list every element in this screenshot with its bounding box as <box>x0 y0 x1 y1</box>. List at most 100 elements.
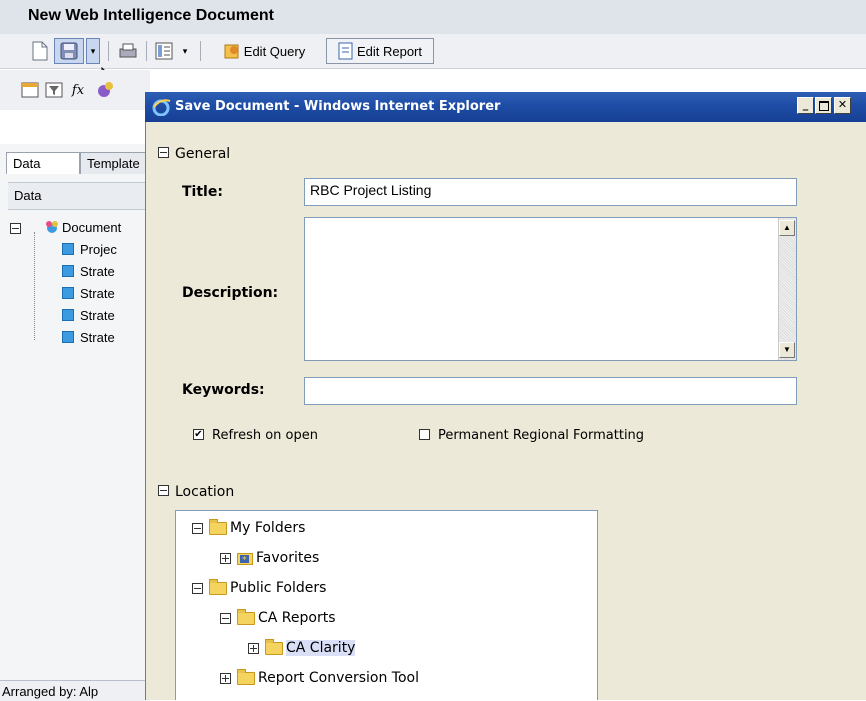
vertical-scrollbar[interactable]: ▲ ▼ <box>778 218 796 360</box>
print-icon[interactable] <box>118 40 138 62</box>
close-icon: ✕ <box>837 98 848 111</box>
tree-node-report-conversion-tool[interactable]: Report Conversion Tool <box>220 668 419 686</box>
folder-icon <box>265 638 283 655</box>
document-icon <box>46 221 58 233</box>
app-title: New Web Intelligence Document <box>28 7 274 24</box>
tree-item-label: Strate <box>80 308 115 323</box>
collapse-icon[interactable] <box>192 522 203 534</box>
tree-item-label: Strate <box>80 264 115 279</box>
svg-text:*: * <box>242 555 247 565</box>
tree-item[interactable]: Strate <box>62 286 115 301</box>
data-bar: Data <box>8 182 150 210</box>
folder-icon <box>237 668 255 685</box>
favorites-folder-icon: * <box>237 552 253 565</box>
tree-node-ca-reports[interactable]: CA Reports <box>220 608 336 626</box>
description-textarea[interactable]: ▲ ▼ <box>304 217 797 361</box>
dimension-icon <box>62 243 74 255</box>
formatting-toolbar: fx <box>0 70 150 110</box>
new-document-icon[interactable] <box>30 40 50 62</box>
dimension-icon <box>62 309 74 321</box>
tree-connector <box>34 232 36 340</box>
edit-query-icon <box>224 44 239 59</box>
collapse-icon <box>158 147 169 158</box>
node-label: CA Reports <box>258 610 336 626</box>
collapse-icon[interactable] <box>220 612 231 624</box>
status-text: Arranged by: Alp <box>2 684 99 699</box>
scroll-up-icon[interactable]: ▲ <box>779 220 795 236</box>
tree-root-label: Document <box>62 220 122 235</box>
tree-item[interactable]: Strate <box>62 264 115 279</box>
app-title-bar: New Web Intelligence Document <box>0 0 866 35</box>
general-section-label: General <box>175 146 231 162</box>
toolbar-separator <box>200 41 201 61</box>
keywords-input[interactable] <box>304 377 797 405</box>
tab-template[interactable]: Template <box>80 152 150 174</box>
location-section-label: Location <box>175 484 235 500</box>
regional-formatting-label[interactable]: Permanent Regional Formatting <box>438 428 644 443</box>
node-label: My Folders <box>230 520 306 536</box>
edit-report-button[interactable]: Edit Report <box>326 38 434 64</box>
expand-icon[interactable] <box>248 642 259 654</box>
maximize-icon <box>818 101 829 111</box>
save-button[interactable] <box>54 38 84 64</box>
expand-icon[interactable] <box>220 552 231 564</box>
node-label: Public Folders <box>230 580 327 596</box>
general-section-header[interactable]: General <box>158 146 230 162</box>
regional-formatting-checkbox[interactable] <box>419 429 430 440</box>
tree-node-favorites[interactable]: * Favorites <box>220 550 319 566</box>
tree-item-label: Projec <box>80 242 117 257</box>
tree-node-my-folders[interactable]: My Folders <box>192 518 306 536</box>
location-section-header[interactable]: Location <box>158 484 234 500</box>
view-dropdown-icon[interactable]: ▾ <box>178 40 192 62</box>
toolbar-separator <box>146 41 147 61</box>
dialog-title: Save Document - Windows Internet Explore… <box>175 99 501 114</box>
scroll-down-icon[interactable]: ▼ <box>779 342 795 358</box>
tree-item-label: Strate <box>80 330 115 345</box>
edit-report-label: Edit Report <box>356 43 423 59</box>
folder-icon <box>209 518 227 535</box>
dialog-title-bar[interactable]: Save Document - Windows Internet Explore… <box>145 92 866 122</box>
tree-item-label: Strate <box>80 286 115 301</box>
edit-query-button[interactable]: Edit Query <box>206 40 322 62</box>
refresh-on-open-checkbox[interactable]: ✔ <box>193 429 204 440</box>
tab-data[interactable]: Data <box>6 152 80 174</box>
description-label: Description: <box>182 285 279 301</box>
tree-node-public-folders[interactable]: Public Folders <box>192 578 327 596</box>
node-label: CA Clarity <box>286 640 356 656</box>
close-button[interactable]: ✕ <box>834 97 851 114</box>
save-icon <box>60 42 78 60</box>
view-structure-icon[interactable] <box>154 40 174 62</box>
data-bar-label: Data <box>14 188 42 203</box>
dimension-icon <box>62 265 74 277</box>
dimension-icon <box>62 331 74 343</box>
maximize-button[interactable] <box>815 97 832 114</box>
title-input[interactable]: RBC Project Listing <box>304 178 797 206</box>
node-label: Report Conversion Tool <box>258 670 419 686</box>
refresh-on-open-label[interactable]: Refresh on open <box>212 428 318 443</box>
checkmark-icon: ✔ <box>194 429 203 440</box>
variable-icon[interactable] <box>94 80 116 100</box>
tree-item[interactable]: Strate <box>62 308 115 323</box>
folder-icon <box>209 578 227 595</box>
dimension-icon <box>62 287 74 299</box>
tree-node-ca-clarity[interactable]: CA Clarity <box>248 638 356 656</box>
tree-item[interactable]: Strate <box>62 330 115 345</box>
minimize-button[interactable]: _ <box>797 97 814 114</box>
tree-item[interactable]: Projec <box>62 242 117 257</box>
formula-icon[interactable]: fx <box>68 80 88 100</box>
minimize-icon: _ <box>802 98 809 111</box>
tree-root[interactable]: Document <box>44 220 121 235</box>
edit-report-icon <box>338 42 353 60</box>
title-label: Title: <box>182 184 223 200</box>
node-label: Favorites <box>256 550 320 566</box>
table-icon[interactable] <box>20 80 40 100</box>
collapse-icon[interactable] <box>10 223 27 237</box>
collapse-icon[interactable] <box>192 582 203 594</box>
internet-explorer-icon <box>152 99 171 116</box>
filter-icon[interactable] <box>44 80 64 100</box>
save-dropdown-button[interactable]: ▾ <box>86 38 100 64</box>
keywords-label: Keywords: <box>182 382 265 398</box>
expand-icon[interactable] <box>220 672 231 684</box>
status-bar: Arranged by: Alp <box>0 680 150 701</box>
collapse-icon <box>158 485 169 496</box>
